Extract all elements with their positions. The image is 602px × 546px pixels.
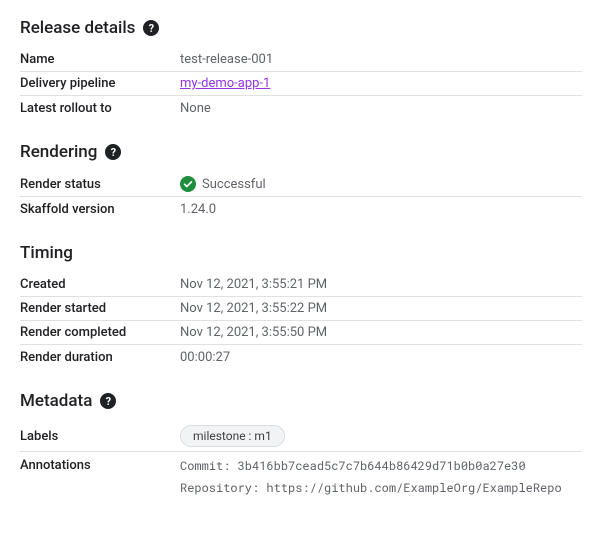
help-icon[interactable]: ? (105, 144, 121, 160)
labels-row: Labels milestone : m1 (20, 421, 582, 452)
annotation-repo: Repository: https://github.com/ExampleOr… (180, 480, 582, 496)
rollout-value: None (180, 101, 582, 116)
metadata-header: Metadata ? (20, 391, 582, 411)
release-details-header: Release details ? (20, 18, 582, 38)
render-duration-label: Render duration (20, 350, 180, 365)
rendering-section: Rendering ? Render status Successful Ska… (20, 142, 582, 221)
render-completed-value: Nov 12, 2021, 3:55:50 PM (180, 325, 582, 340)
timing-header: Timing (20, 243, 582, 263)
render-status-value: Successful (202, 177, 266, 192)
help-icon[interactable]: ? (100, 393, 116, 409)
timing-section: Timing Created Nov 12, 2021, 3:55:21 PM … (20, 243, 582, 369)
created-row: Created Nov 12, 2021, 3:55:21 PM (20, 273, 582, 297)
metadata-section: Metadata ? Labels milestone : m1 Annotat… (20, 391, 582, 506)
metadata-title: Metadata (20, 391, 92, 411)
pipeline-link[interactable]: my-demo-app-1 (180, 76, 270, 91)
render-completed-label: Render completed (20, 325, 180, 340)
rollout-row: Latest rollout to None (20, 96, 582, 120)
rendering-title: Rendering (20, 142, 97, 162)
render-started-label: Render started (20, 301, 180, 316)
render-duration-row: Render duration 00:00:27 (20, 345, 582, 369)
annotations-row: Annotations Commit: 3b416bb7cead5c7c7b64… (20, 452, 582, 506)
check-circle-icon (180, 176, 196, 192)
render-status-label: Render status (20, 177, 180, 192)
release-details-section: Release details ? Name test-release-001 … (20, 18, 582, 120)
name-label: Name (20, 52, 180, 67)
rendering-header: Rendering ? (20, 142, 582, 162)
created-label: Created (20, 277, 180, 292)
render-duration-value: 00:00:27 (180, 350, 582, 365)
skaffold-label: Skaffold version (20, 202, 180, 217)
skaffold-value: 1.24.0 (180, 202, 582, 217)
render-completed-row: Render completed Nov 12, 2021, 3:55:50 P… (20, 321, 582, 345)
release-details-title: Release details (20, 18, 135, 38)
name-row: Name test-release-001 (20, 48, 582, 72)
pipeline-row: Delivery pipeline my-demo-app-1 (20, 72, 582, 96)
created-value: Nov 12, 2021, 3:55:21 PM (180, 277, 582, 292)
render-started-row: Render started Nov 12, 2021, 3:55:22 PM (20, 297, 582, 321)
annotations-label: Annotations (20, 458, 180, 473)
annotation-commit: Commit: 3b416bb7cead5c7c7b644b86429d71b0… (180, 458, 582, 474)
name-value: test-release-001 (180, 52, 582, 67)
pipeline-label: Delivery pipeline (20, 76, 180, 91)
labels-label: Labels (20, 429, 180, 444)
label-chip: milestone : m1 (180, 425, 285, 447)
timing-title: Timing (20, 243, 73, 263)
skaffold-row: Skaffold version 1.24.0 (20, 197, 582, 221)
render-started-value: Nov 12, 2021, 3:55:22 PM (180, 301, 582, 316)
render-status-row: Render status Successful (20, 172, 582, 197)
help-icon[interactable]: ? (143, 20, 159, 36)
rollout-label: Latest rollout to (20, 101, 180, 116)
